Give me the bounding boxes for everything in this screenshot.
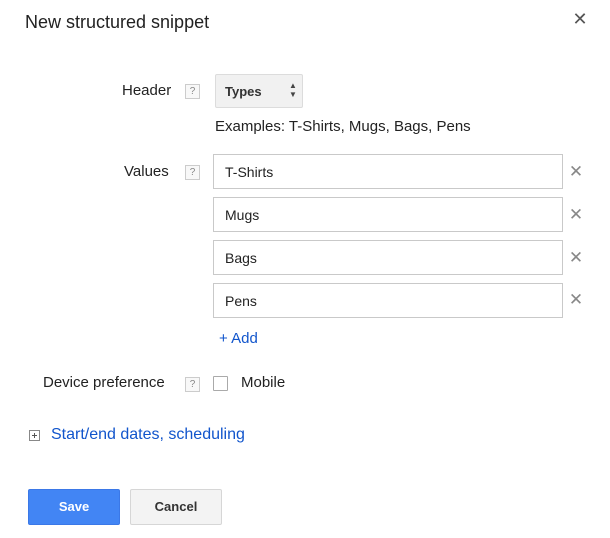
cancel-button[interactable]: Cancel: [130, 489, 222, 525]
remove-value-1-icon[interactable]: ✕: [566, 162, 586, 182]
add-value-link[interactable]: + Add: [219, 330, 258, 347]
select-arrows-icon: ▲ ▼: [289, 81, 297, 99]
value-input-2[interactable]: [213, 197, 563, 232]
dialog-title: New structured snippet: [25, 12, 210, 32]
header-label: Header: [122, 82, 172, 99]
header-select[interactable]: Types ▲ ▼: [215, 74, 303, 108]
structured-snippet-dialog: New structured snippet ✕ Header ? Types …: [0, 0, 610, 538]
values-help-icon[interactable]: ?: [185, 165, 200, 180]
mobile-checkbox[interactable]: [213, 376, 228, 391]
dates-scheduling-link[interactable]: Start/end dates, scheduling: [51, 426, 245, 444]
header-select-value: Types: [225, 84, 262, 99]
mobile-checkbox-label[interactable]: Mobile: [241, 374, 285, 391]
value-input-1[interactable]: [213, 154, 563, 189]
value-input-4[interactable]: [213, 283, 563, 318]
remove-value-2-icon[interactable]: ✕: [566, 205, 586, 225]
header-help-icon[interactable]: ?: [185, 84, 200, 99]
device-help-icon[interactable]: ?: [185, 377, 200, 392]
value-input-3[interactable]: [213, 240, 563, 275]
save-button[interactable]: Save: [28, 489, 120, 525]
device-preference-label: Device preference: [43, 374, 165, 391]
remove-value-3-icon[interactable]: ✕: [566, 248, 586, 268]
remove-value-4-icon[interactable]: ✕: [566, 290, 586, 310]
expand-plus-icon[interactable]: [29, 430, 40, 441]
header-examples-text: Examples: T-Shirts, Mugs, Bags, Pens: [215, 118, 471, 135]
close-icon[interactable]: ✕: [570, 9, 590, 29]
values-label: Values: [124, 163, 169, 180]
